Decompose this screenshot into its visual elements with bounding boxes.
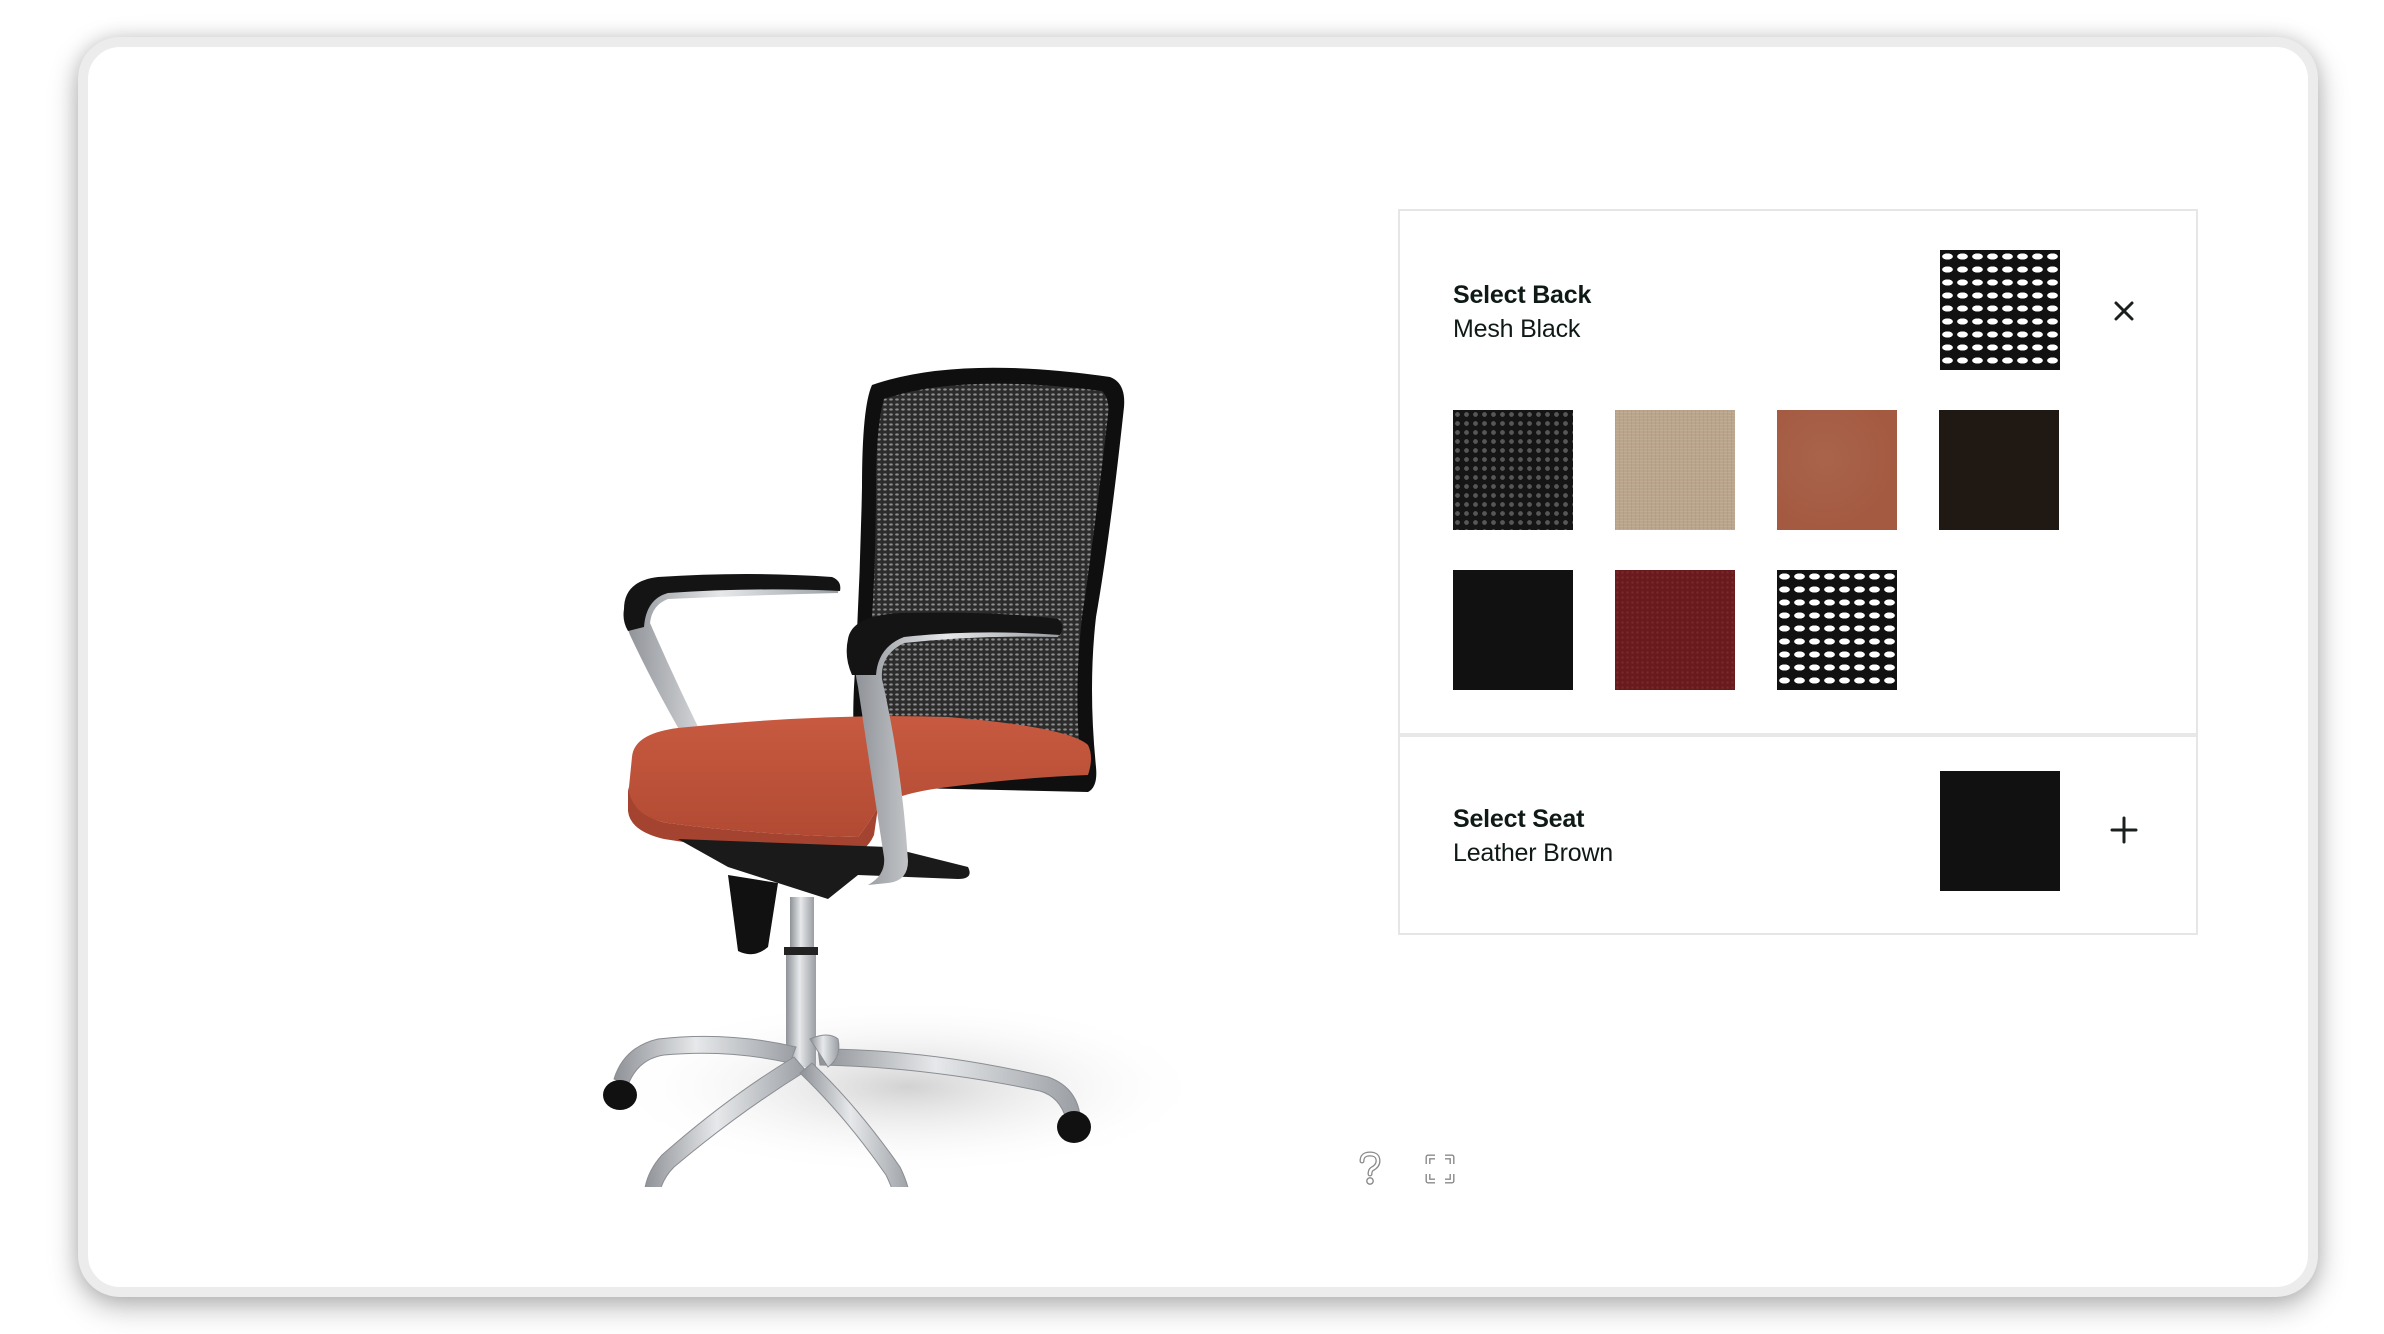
back-selected-value: Mesh Black	[1453, 315, 1581, 343]
chair-seat	[628, 716, 1091, 837]
question-mark-icon	[1359, 1151, 1381, 1185]
viewer-controls	[1248, 1147, 1468, 1207]
seat-current-swatch	[1940, 771, 2060, 891]
expand-seat-button[interactable]	[2104, 810, 2144, 850]
fullscreen-button[interactable]	[1418, 1147, 1462, 1191]
close-icon	[2114, 301, 2134, 321]
chair-back-mesh	[868, 383, 1109, 757]
back-option-section: Select Back Mesh Black	[1400, 211, 2196, 733]
chair-model[interactable]	[528, 287, 1308, 1187]
collapse-back-button[interactable]	[2104, 291, 2144, 331]
swatch-option[interactable]	[1615, 570, 1735, 690]
swatch-option[interactable]	[1939, 410, 2059, 530]
back-current-swatch	[1940, 250, 2060, 370]
back-swatch-grid	[1453, 410, 2059, 690]
swatch-option[interactable]	[1777, 570, 1897, 690]
chair-shadow	[608, 997, 1208, 1177]
swatch-option[interactable]	[1453, 570, 1573, 690]
plus-icon	[2110, 816, 2138, 844]
chair-mechanism	[678, 839, 970, 899]
help-button[interactable]	[1348, 1147, 1392, 1191]
seat-option-section: Select Seat Leather Brown	[1400, 737, 2196, 933]
chair-cylinder-ring	[784, 947, 818, 955]
swatch-option[interactable]	[1453, 410, 1573, 530]
seat-selected-value: Leather Brown	[1453, 839, 1613, 867]
fullscreen-icon	[1425, 1154, 1455, 1184]
options-panel: Select Back Mesh Black Select Seat Leath…	[1398, 209, 2198, 935]
swatch-option[interactable]	[1615, 410, 1735, 530]
swatch-option[interactable]	[1777, 410, 1897, 530]
seat-section-title[interactable]: Select Seat	[1453, 804, 1584, 834]
back-section-title[interactable]: Select Back	[1453, 280, 1591, 310]
chair-lever	[728, 875, 778, 955]
product-viewer[interactable]	[88, 47, 1455, 1307]
